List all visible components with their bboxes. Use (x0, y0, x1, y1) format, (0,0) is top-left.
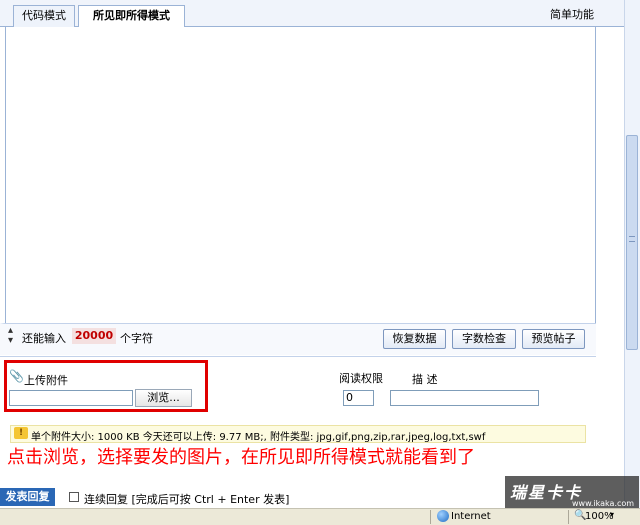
remain-label: 还能输入 (22, 332, 66, 345)
preview-post-button[interactable]: 预览帖子 (522, 329, 585, 349)
read-permission-label: 阅读权限 (339, 372, 383, 385)
rich-text-editor[interactable] (5, 27, 596, 323)
restore-data-button[interactable]: 恢复数据 (383, 329, 446, 349)
attachment-limits-text: 单个附件大小: 1000 KB 今天还可以上传: 9.77 MB;, 附件类型:… (31, 432, 486, 443)
resize-arrows-icon[interactable]: ▴ ▾ (8, 326, 13, 346)
word-check-button[interactable]: 字数检查 (452, 329, 516, 349)
instruction-caption: 点击浏览，选择要发的图片，在所见即所得模式就能看到了 (7, 447, 475, 468)
simple-function-link[interactable]: 简单功能 (550, 6, 594, 22)
watermark-url: www.ikaka.com (572, 499, 635, 508)
zoom-dropdown-icon[interactable]: ▾ (610, 510, 614, 519)
status-separator (568, 510, 569, 524)
read-permission-input[interactable]: 0 (343, 390, 374, 406)
scrollbar-thumb[interactable] (626, 135, 638, 350)
description-label: 描 述 (412, 373, 438, 386)
continuous-reply-label: 连续回复 [完成后可按 Ctrl + Enter 发表] (84, 493, 290, 506)
continuous-reply-checkbox[interactable] (69, 492, 79, 502)
tab-code-mode[interactable]: 代码模式 (13, 5, 75, 27)
submit-reply-button[interactable]: 发表回复 (0, 488, 55, 506)
security-zone-label: Internet (451, 511, 491, 522)
description-input[interactable] (390, 390, 539, 406)
internet-globe-icon (437, 510, 449, 522)
status-separator (430, 510, 431, 524)
remain-count: 20000 (72, 328, 116, 344)
browser-status-bar (0, 508, 640, 525)
scrollbar-grip-icon (629, 236, 635, 242)
info-icon: ! (14, 427, 28, 439)
highlight-annotation-box (4, 360, 208, 412)
chars-label: 个字符 (120, 332, 153, 345)
tab-wysiwyg-mode[interactable]: 所见即所得模式 (78, 5, 185, 28)
